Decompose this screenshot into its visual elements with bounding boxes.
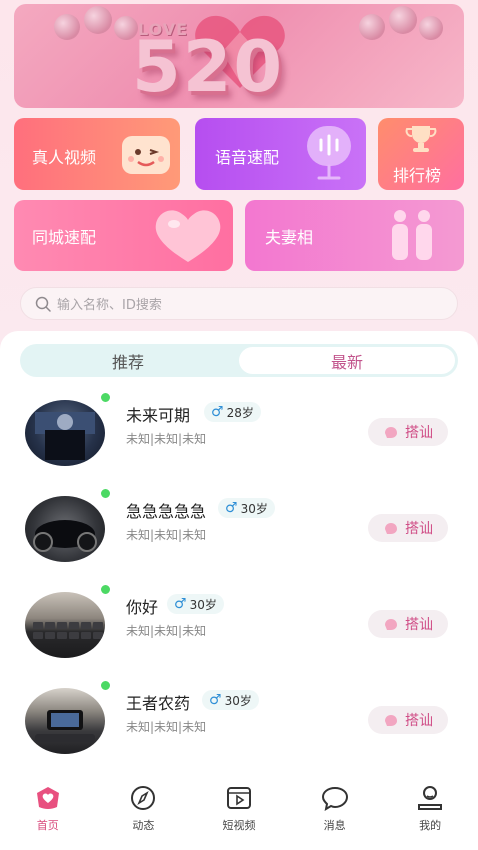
- avatar[interactable]: [25, 400, 105, 466]
- greet-label: 搭讪: [405, 713, 433, 729]
- online-indicator: [99, 583, 112, 596]
- user-name: 王者农药: [126, 694, 191, 713]
- nav-short-video[interactable]: 短视频: [191, 781, 287, 850]
- greet-icon: [385, 427, 397, 438]
- age-text: 28岁: [226, 405, 254, 420]
- search-icon: [35, 296, 51, 312]
- greet-button[interactable]: 搭讪: [368, 706, 448, 734]
- chat-icon: [321, 786, 348, 811]
- real-video-label: 真人视频: [32, 148, 97, 167]
- greet-icon: [385, 523, 397, 534]
- balloon-decoration: [389, 6, 417, 34]
- greet-label: 搭讪: [405, 521, 433, 537]
- list-item[interactable]: 你好 ♂ 30岁 未知|未知|未知 搭讪: [0, 583, 478, 688]
- user-location: 未知|未知|未知: [126, 528, 207, 542]
- user-location: 未知|未知|未知: [126, 720, 207, 734]
- user-name: 你好: [126, 598, 159, 617]
- face-icon: [122, 136, 170, 174]
- nav-messages-label: 消息: [323, 819, 346, 832]
- balloon-decoration: [84, 6, 112, 34]
- nav-profile-label: 我的: [419, 819, 442, 832]
- age-badge: ♂ 30岁: [167, 594, 224, 614]
- city-match-label: 同城速配: [32, 228, 97, 247]
- voice-match-label: 语音速配: [215, 148, 280, 167]
- male-icon: ♂: [174, 596, 187, 612]
- list-item[interactable]: 王者农药 ♂ 30岁 未知|未知|未知 搭讪: [0, 679, 478, 784]
- greet-icon: [385, 619, 397, 630]
- age-text: 30岁: [224, 693, 252, 708]
- banner-title: 520: [132, 26, 285, 108]
- nav-short-video-label: 短视频: [222, 819, 256, 832]
- city-match-card[interactable]: 同城速配: [14, 200, 233, 271]
- user-location: 未知|未知|未知: [126, 624, 207, 638]
- nav-home-label: 首页: [36, 819, 59, 832]
- ranking-label: 排行榜: [393, 166, 442, 185]
- online-indicator: [99, 487, 112, 500]
- male-icon: ♂: [211, 404, 224, 420]
- video-icon: [226, 787, 251, 809]
- search-placeholder: 输入名称、ID搜索: [57, 298, 162, 313]
- real-video-card[interactable]: 真人视频: [14, 118, 180, 190]
- male-icon: ♂: [225, 500, 238, 516]
- nav-profile[interactable]: 我的: [382, 781, 478, 850]
- age-text: 30岁: [240, 501, 268, 516]
- compass-icon: [131, 786, 156, 810]
- avatar[interactable]: [25, 688, 105, 754]
- greet-button[interactable]: 搭讪: [368, 610, 448, 638]
- promo-banner[interactable]: LOVE 520: [14, 4, 464, 108]
- nav-messages[interactable]: 消息: [287, 781, 383, 850]
- couple-face-label: 夫妻相: [265, 228, 314, 247]
- list-item[interactable]: 急急急急急 ♂ 30岁 未知|未知|未知 搭讪: [0, 487, 478, 592]
- age-badge: ♂ 30岁: [202, 690, 259, 710]
- nav-home[interactable]: 首页: [0, 781, 96, 850]
- male-icon: ♂: [209, 692, 222, 708]
- ranking-card[interactable]: 排行榜: [378, 118, 464, 190]
- microphone-icon: [307, 126, 351, 180]
- profile-icon: [418, 786, 443, 810]
- greet-button[interactable]: 搭讪: [368, 418, 448, 446]
- balloon-decoration: [359, 14, 385, 40]
- voice-match-card[interactable]: 语音速配: [195, 118, 366, 190]
- greet-button[interactable]: 搭讪: [368, 514, 448, 542]
- greet-label: 搭讪: [405, 617, 433, 633]
- list-item[interactable]: 未来可期 ♂ 28岁 未知|未知|未知 搭讪: [0, 391, 478, 496]
- age-text: 30岁: [189, 597, 217, 612]
- user-location: 未知|未知|未知: [126, 432, 207, 446]
- avatar[interactable]: [25, 496, 105, 562]
- online-indicator: [99, 391, 112, 404]
- nav-moments[interactable]: 动态: [96, 781, 192, 850]
- greet-label: 搭讪: [405, 425, 433, 441]
- age-badge: ♂ 30岁: [218, 498, 275, 518]
- home-heart-icon: [36, 787, 59, 809]
- tab-latest[interactable]: 最新: [239, 347, 455, 374]
- tab-recommend[interactable]: 推荐: [20, 344, 236, 377]
- online-indicator: [99, 679, 112, 692]
- greet-icon: [385, 715, 397, 726]
- trophy-icon: [405, 126, 437, 152]
- couple-icon: [392, 210, 432, 260]
- balloon-decoration: [54, 14, 80, 40]
- heart-icon: [155, 210, 221, 262]
- user-name: 急急急急急: [126, 502, 207, 521]
- bottom-nav: 首页 动态 短视频 消息 我的: [0, 781, 478, 850]
- avatar[interactable]: [25, 592, 105, 658]
- age-badge: ♂ 28岁: [204, 402, 261, 422]
- nav-moments-label: 动态: [132, 819, 155, 832]
- search-bar[interactable]: 输入名称、ID搜索: [20, 287, 458, 320]
- couple-face-card[interactable]: 夫妻相: [245, 200, 464, 271]
- user-name: 未来可期: [126, 406, 191, 425]
- list-tabs: 推荐 最新: [20, 344, 458, 377]
- balloon-decoration: [419, 16, 443, 40]
